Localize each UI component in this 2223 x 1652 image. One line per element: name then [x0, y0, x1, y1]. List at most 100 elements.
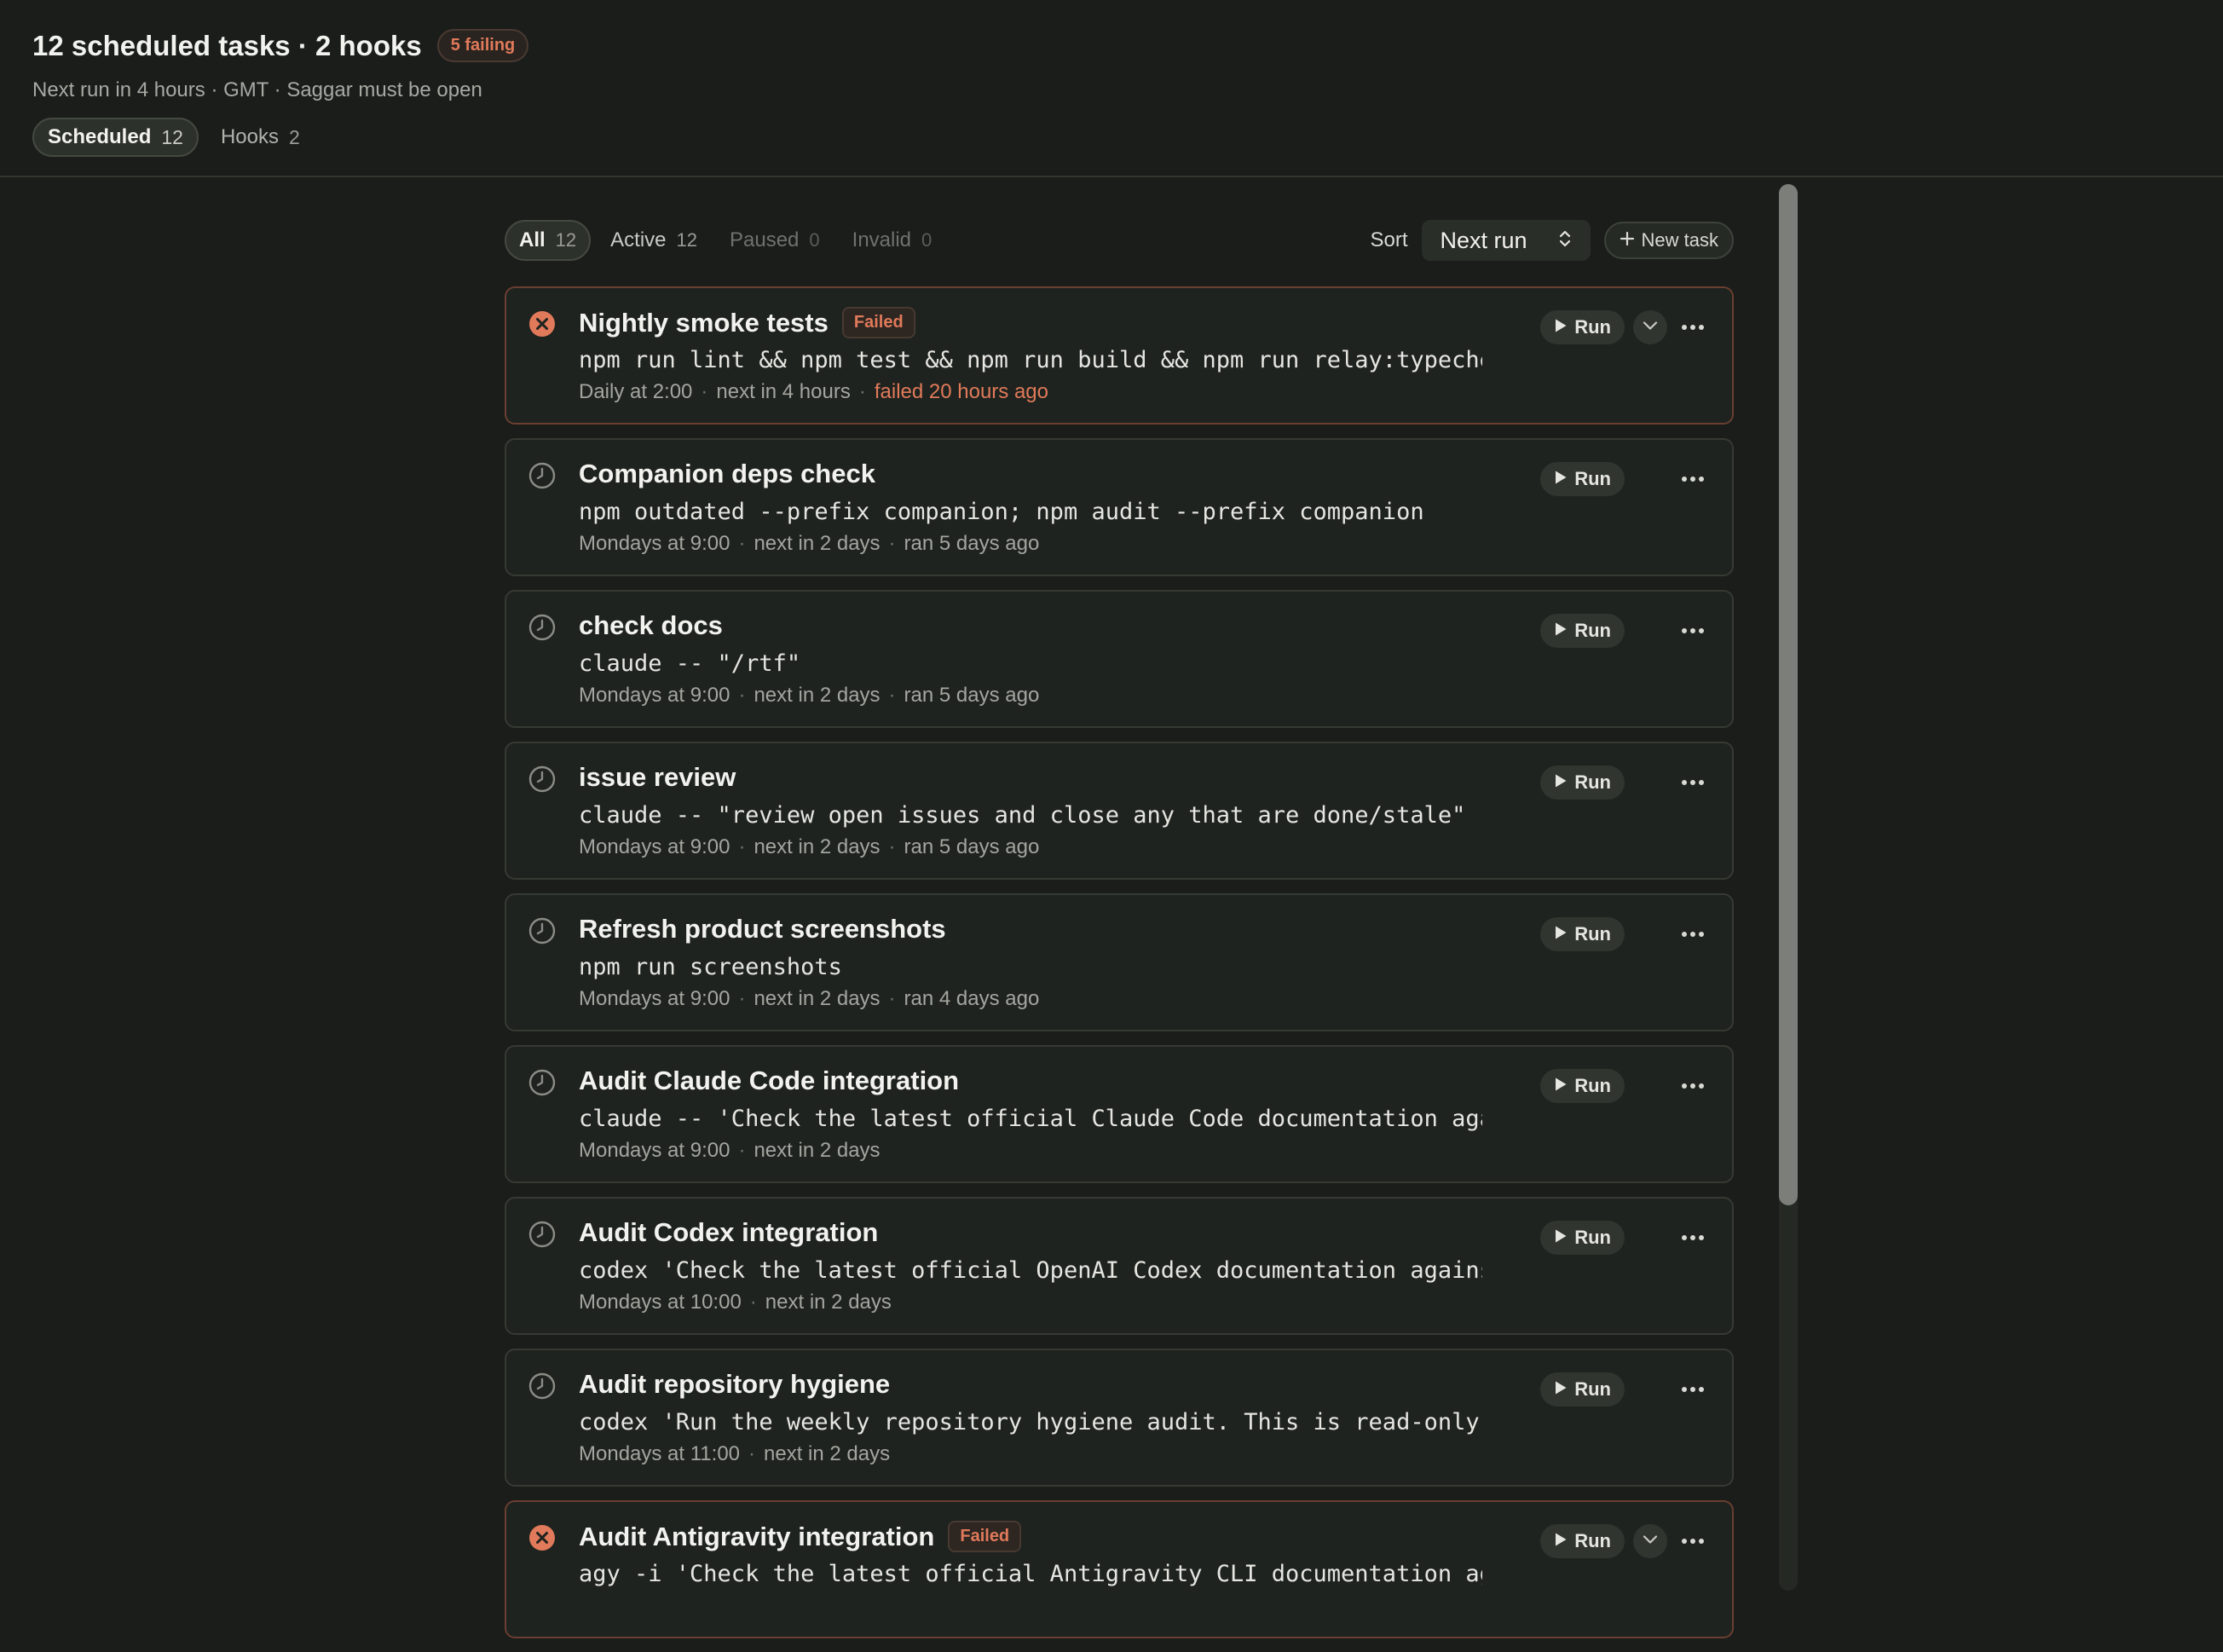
task-card[interactable]: Audit repository hygiene codex 'Run the …	[505, 1349, 1734, 1487]
new-task-button[interactable]: New task	[1603, 222, 1734, 259]
task-schedule: Mondays at 9:00	[579, 684, 730, 707]
failed-badge: Failed	[948, 1521, 1022, 1552]
task-meta: Mondays at 9:00 · next in 2 days · ran 5 day…	[579, 532, 1039, 556]
task-command: npm run lint && npm test && npm run buil…	[579, 347, 1482, 373]
run-button[interactable]: Run	[1540, 917, 1625, 951]
more-options-button[interactable]	[1676, 765, 1710, 800]
task-card[interactable]: Refresh product screenshots npm run scre…	[505, 893, 1734, 1031]
run-button[interactable]: Run	[1540, 310, 1625, 344]
task-next-run: next in 2 days	[764, 1442, 891, 1465]
task-card[interactable]: check docs claude -- "/rtf" Mondays at 9…	[505, 590, 1734, 728]
expand-chevron-button[interactable]	[1633, 1524, 1667, 1558]
task-command: claude -- "/rtf"	[579, 650, 801, 677]
run-button[interactable]: Run	[1540, 1069, 1625, 1103]
task-command: agy -i 'Check the latest official Antigr…	[579, 1561, 1482, 1587]
sort-select[interactable]: Next run	[1421, 220, 1591, 261]
task-name: Companion deps check	[579, 459, 875, 488]
tab-hooks[interactable]: Hooks 2	[207, 118, 314, 157]
more-dots-icon	[1681, 927, 1705, 942]
run-button[interactable]: Run	[1540, 614, 1625, 648]
action-spacer	[1633, 1069, 1667, 1103]
task-next-run: next in 2 days	[754, 835, 881, 858]
filter-count: 0	[809, 229, 820, 251]
filter-paused[interactable]: Paused 0	[717, 222, 833, 259]
task-actions: Run	[1540, 614, 1710, 648]
task-name: Refresh product screenshots	[579, 914, 946, 944]
play-icon	[1554, 1227, 1568, 1249]
chevron-down-icon	[1642, 320, 1659, 336]
scrollbar-thumb[interactable]	[1779, 184, 1798, 1205]
task-actions: Run	[1540, 310, 1710, 344]
more-options-button[interactable]	[1676, 1372, 1710, 1407]
task-command: npm outdated --prefix companion; npm aud…	[579, 499, 1424, 525]
run-label: Run	[1574, 316, 1611, 338]
filter-all[interactable]: All 12	[505, 220, 592, 261]
run-label: Run	[1574, 1075, 1611, 1096]
task-actions: Run	[1540, 917, 1710, 951]
error-x-icon	[528, 1524, 556, 1551]
expand-chevron-button[interactable]	[1633, 310, 1667, 344]
run-label: Run	[1574, 620, 1611, 641]
chevron-down-icon	[1642, 1534, 1659, 1550]
scrollbar[interactable]	[1779, 184, 1798, 1591]
task-card[interactable]: Audit Claude Code integration claude -- …	[505, 1045, 1734, 1183]
status-filters: All 12 Active 12 Paused 0 Invalid 0	[505, 220, 944, 261]
action-spacer	[1633, 1372, 1667, 1407]
run-label: Run	[1574, 1227, 1611, 1248]
run-button[interactable]: Run	[1540, 1524, 1625, 1558]
task-list: Nightly smoke tests Failed npm run lint …	[505, 286, 1734, 1652]
run-label: Run	[1574, 771, 1611, 793]
task-title-row: Nightly smoke tests Failed	[579, 307, 915, 338]
more-options-button[interactable]	[1676, 614, 1710, 648]
clock-icon	[528, 917, 556, 944]
task-schedule: Mondays at 9:00	[579, 987, 730, 1010]
task-last-run: ran 5 days ago	[904, 835, 1040, 858]
play-icon	[1554, 316, 1568, 338]
separator-dot: ·	[749, 1291, 757, 1314]
task-title-row: issue review	[579, 762, 736, 793]
run-button[interactable]: Run	[1540, 765, 1625, 800]
task-card[interactable]: Nightly smoke tests Failed npm run lint …	[505, 286, 1734, 425]
task-title-row: Audit Antigravity integration Failed	[579, 1521, 1022, 1552]
tab-scheduled[interactable]: Scheduled 12	[32, 118, 199, 157]
more-dots-icon	[1681, 1382, 1705, 1397]
more-options-button[interactable]	[1676, 1524, 1710, 1558]
task-last-run: ran 4 days ago	[904, 987, 1040, 1010]
filter-active[interactable]: Active 12	[598, 222, 710, 259]
task-card[interactable]: issue review claude -- "review open issu…	[505, 742, 1734, 880]
separator-dot: ·	[738, 684, 746, 707]
task-command: claude -- 'Check the latest official Cla…	[579, 1106, 1482, 1132]
separator-dot: ·	[888, 532, 896, 555]
task-schedule: Mondays at 9:00	[579, 532, 730, 555]
more-dots-icon	[1681, 1230, 1705, 1245]
filter-invalid[interactable]: Invalid 0	[840, 222, 945, 259]
action-spacer	[1633, 614, 1667, 648]
page-subtitle: Next run in 4 hours · GMT · Saggar must …	[32, 78, 482, 101]
more-options-button[interactable]	[1676, 917, 1710, 951]
task-schedule: Mondays at 9:00	[579, 1139, 730, 1162]
run-button[interactable]: Run	[1540, 1372, 1625, 1407]
separator-dot: ·	[738, 1139, 746, 1162]
view-tabs: Scheduled 12 Hooks 2	[32, 118, 314, 157]
task-card[interactable]: Audit Antigravity integration Failed agy…	[505, 1500, 1734, 1638]
run-button[interactable]: Run	[1540, 1221, 1625, 1255]
clock-icon	[528, 462, 556, 489]
failing-badge[interactable]: 5 failing	[436, 29, 529, 62]
task-meta: Mondays at 10:00 · next in 2 days	[579, 1291, 892, 1314]
task-meta: Daily at 2:00 · next in 4 hours · failed 20 …	[579, 380, 1048, 404]
more-options-button[interactable]	[1676, 1221, 1710, 1255]
separator-dot: ·	[888, 835, 896, 858]
task-meta: Mondays at 9:00 · next in 2 days	[579, 1139, 881, 1163]
more-options-button[interactable]	[1676, 310, 1710, 344]
more-options-button[interactable]	[1676, 462, 1710, 496]
task-schedule: Daily at 2:00	[579, 380, 693, 403]
run-button[interactable]: Run	[1540, 462, 1625, 496]
run-label: Run	[1574, 1378, 1611, 1400]
task-card[interactable]: Audit Codex integration codex 'Check the…	[505, 1197, 1734, 1335]
tab-count: 12	[161, 125, 183, 148]
more-options-button[interactable]	[1676, 1069, 1710, 1103]
task-title-row: Audit repository hygiene	[579, 1369, 890, 1400]
sort-label: Sort	[1370, 228, 1408, 251]
task-card[interactable]: Companion deps check npm outdated --pref…	[505, 438, 1734, 576]
task-meta: Mondays at 9:00 · next in 2 days · ran 5 day…	[579, 684, 1039, 708]
